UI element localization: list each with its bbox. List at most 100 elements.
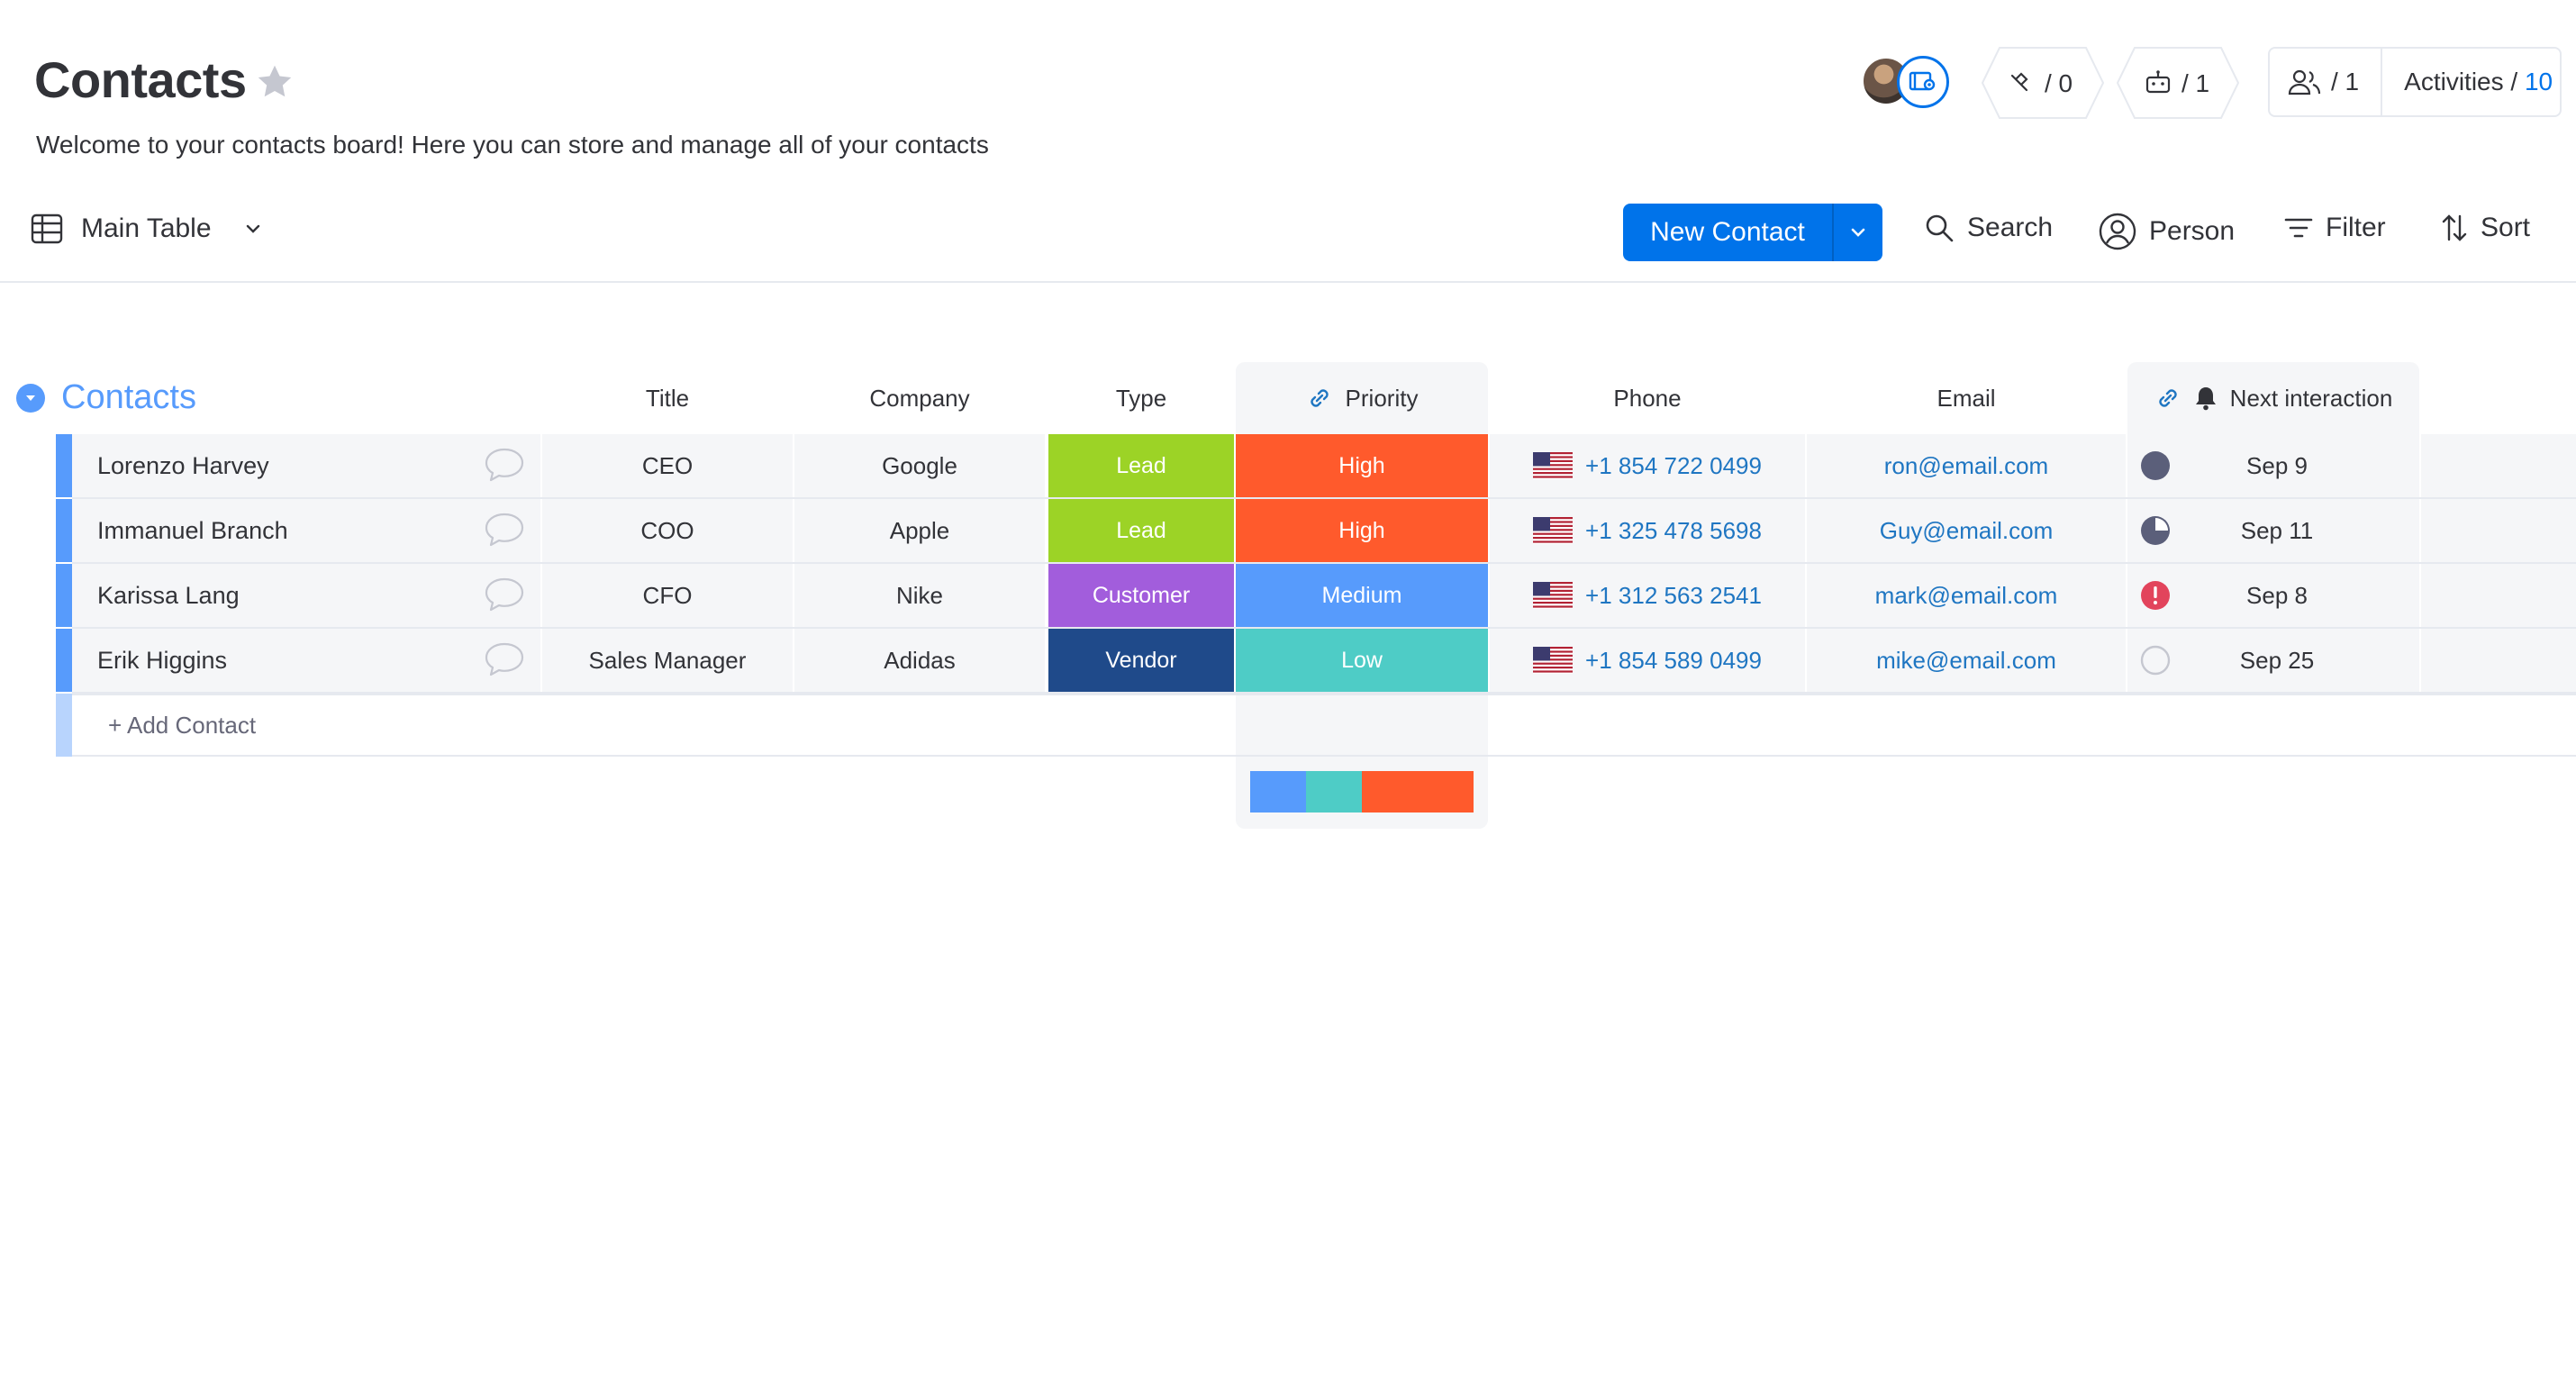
filled-circle-icon[interactable] (2140, 450, 2171, 481)
integrations-button[interactable]: / 0 (1982, 47, 2104, 119)
title-cell[interactable]: CEO (542, 434, 793, 497)
collapse-group-icon[interactable] (16, 383, 45, 413)
company-cell[interactable]: Adidas (794, 629, 1045, 692)
chat-bubble-icon (485, 513, 524, 547)
priority-value: High (1338, 452, 1385, 478)
next-interaction-cell[interactable]: Sep 25 (2127, 629, 2419, 692)
us-flag-icon[interactable] (1533, 647, 1574, 674)
us-flag-icon[interactable] (1533, 517, 1574, 544)
board-description[interactable]: Welcome to your contacts board! Here you… (36, 131, 989, 159)
filter-button[interactable]: Filter (2284, 213, 2386, 243)
type-label[interactable]: Vendor (1048, 629, 1234, 692)
updates-button[interactable] (468, 564, 540, 627)
next-interaction-cell[interactable]: Sep 11 (2127, 499, 2419, 562)
title-value: CEO (641, 451, 694, 479)
phone-cell[interactable]: +1 854 589 0499 (1490, 629, 1805, 692)
link-icon (1310, 389, 1329, 407)
phone-cell[interactable]: +1 312 563 2541 (1490, 564, 1805, 627)
group-color-bar (56, 564, 72, 627)
email-link[interactable]: ron@email.com (1884, 452, 2048, 480)
phone-link[interactable]: +1 854 589 0499 (1585, 647, 1762, 675)
automations-button[interactable]: / 1 (2117, 47, 2239, 119)
column-header-priority[interactable]: Priority (1236, 362, 1488, 434)
contact-name: Erik Higgins (97, 646, 228, 674)
company-cell[interactable]: Apple (794, 499, 1045, 562)
chat-bubble-icon (485, 577, 524, 612)
phone-link[interactable]: +1 325 478 5698 (1585, 517, 1762, 545)
next-interaction-cell[interactable]: Sep 9 (2127, 434, 2419, 497)
three-quarter-circle-icon[interactable] (2140, 515, 2171, 546)
priority-value: Medium (1321, 582, 1402, 608)
group-color-bar (56, 629, 72, 692)
page-title[interactable]: Contacts (34, 50, 247, 109)
add-contact-label[interactable]: + Add Contact (108, 712, 256, 740)
email-cell[interactable]: mark@email.com (1807, 564, 2126, 627)
view-tab-main-table[interactable]: Main Table (31, 213, 264, 245)
search-button[interactable]: Search (1924, 213, 2053, 243)
column-header-phone[interactable]: Phone (1490, 362, 1805, 434)
column-header-email[interactable]: Email (1807, 362, 2126, 434)
column-header-company[interactable]: Company (794, 362, 1045, 434)
email-cell[interactable]: mike@email.com (1807, 629, 2126, 692)
column-header-title[interactable]: Title (542, 362, 793, 434)
person-filter-button[interactable]: Person (2099, 213, 2235, 250)
priority-label[interactable]: High (1236, 434, 1488, 497)
type-value: Lead (1116, 517, 1166, 543)
updates-button[interactable] (468, 629, 540, 692)
phone-cell[interactable]: +1 325 478 5698 (1490, 499, 1805, 562)
us-flag-icon[interactable] (1533, 452, 1574, 479)
new-contact-button[interactable]: New Contact (1623, 204, 1882, 261)
priority-label[interactable]: Low (1236, 629, 1488, 692)
table-row[interactable]: Karissa Lang CFO Nike Customer Medium +1… (56, 564, 2576, 629)
email-link[interactable]: mike@email.com (1876, 647, 2056, 675)
empty-circle-icon[interactable] (2140, 645, 2171, 676)
table-row[interactable]: Immanuel Branch COO Apple Lead High +1 3… (56, 499, 2576, 564)
automations-count: / 1 (2181, 69, 2209, 97)
email-link[interactable]: mark@email.com (1875, 582, 2058, 610)
phone-cell[interactable]: +1 854 722 0499 (1490, 434, 1805, 497)
company-cell[interactable]: Google (794, 434, 1045, 497)
phone-link[interactable]: +1 312 563 2541 (1585, 582, 1762, 610)
add-contact-row[interactable]: + Add Contact (56, 694, 2576, 757)
updates-button[interactable] (468, 499, 540, 562)
table-row[interactable]: Erik Higgins Sales Manager Adidas Vendor… (56, 629, 2576, 694)
empty-cell (2421, 629, 2576, 692)
person-icon (2099, 213, 2136, 250)
column-header-type[interactable]: Type (1048, 362, 1234, 434)
members-button[interactable]: / 1 (2270, 49, 2383, 115)
sort-button[interactable]: Sort (2441, 213, 2530, 243)
priority-label[interactable]: High (1236, 499, 1488, 562)
type-label[interactable]: Customer (1048, 564, 1234, 627)
star-icon[interactable] (254, 61, 295, 103)
next-interaction-cell[interactable]: Sep 8 (2127, 564, 2419, 627)
board-subscribers[interactable] (1861, 54, 1949, 108)
contact-name: Immanuel Branch (97, 516, 288, 544)
priority-summary-bar[interactable] (1250, 771, 1474, 812)
company-value: Apple (889, 516, 950, 544)
type-label[interactable]: Lead (1048, 499, 1234, 562)
phone-link[interactable]: +1 854 722 0499 (1585, 452, 1762, 480)
group-name[interactable]: Contacts (61, 378, 196, 417)
updates-button[interactable] (468, 434, 540, 497)
priority-label[interactable]: Medium (1236, 564, 1488, 627)
activities-button[interactable]: Activities / 10 (2382, 68, 2553, 96)
table-row[interactable]: Lorenzo Harvey CEO Google Lead High +1 8… (56, 434, 2576, 499)
us-flag-icon[interactable] (1533, 582, 1574, 609)
new-contact-dropdown[interactable] (1834, 222, 1882, 243)
email-link[interactable]: Guy@email.com (1880, 517, 2054, 545)
title-cell[interactable]: COO (542, 499, 793, 562)
priority-summary-segment[interactable] (1306, 771, 1362, 812)
alert-circle-icon[interactable] (2140, 580, 2171, 611)
priority-summary-segment[interactable] (1250, 771, 1306, 812)
title-cell[interactable]: Sales Manager (542, 629, 793, 692)
chevron-down-icon[interactable] (242, 218, 264, 240)
priority-summary-segment[interactable] (1362, 771, 1474, 812)
column-header-next-interaction[interactable]: Next interaction (2127, 362, 2419, 434)
title-cell[interactable]: CFO (542, 564, 793, 627)
company-cell[interactable]: Nike (794, 564, 1045, 627)
activity-box: / 1 Activities / 10 (2268, 47, 2562, 117)
group-header[interactable]: Contacts (16, 378, 196, 417)
email-cell[interactable]: ron@email.com (1807, 434, 2126, 497)
type-label[interactable]: Lead (1048, 434, 1234, 497)
email-cell[interactable]: Guy@email.com (1807, 499, 2126, 562)
